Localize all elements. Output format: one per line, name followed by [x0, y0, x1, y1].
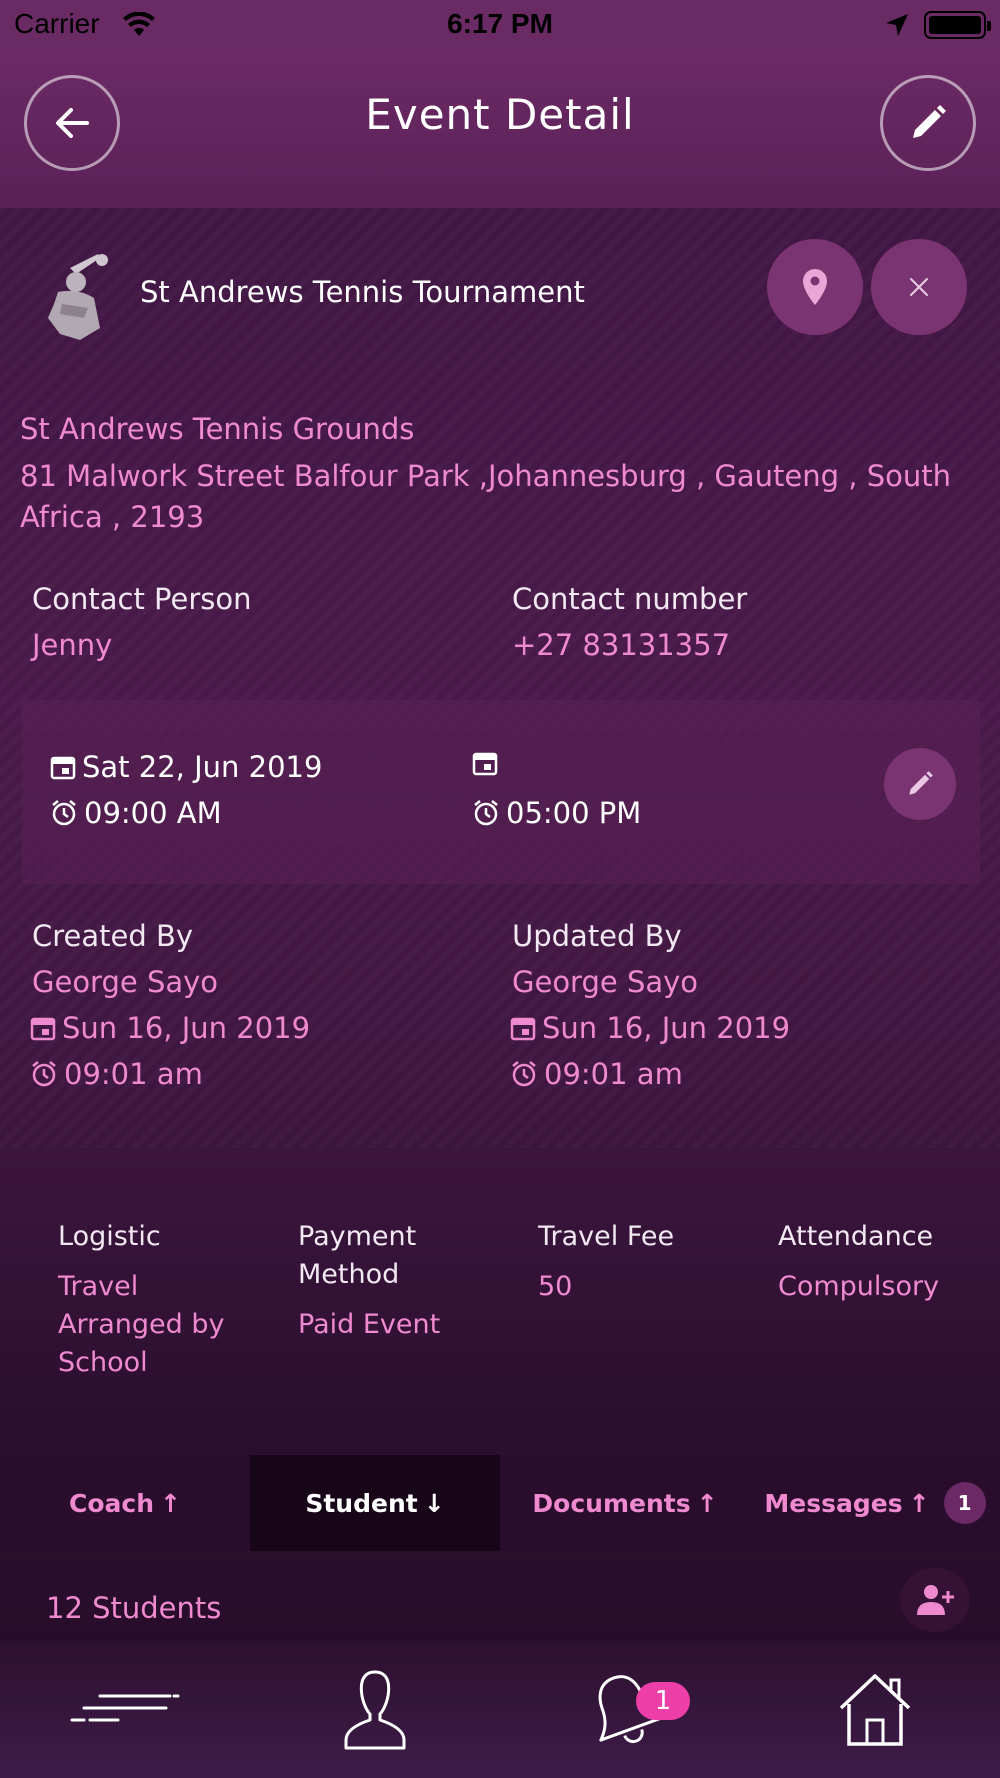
battery-icon: [924, 11, 991, 39]
info-value: Compulsory: [778, 1271, 940, 1302]
arrow-up-icon: ↑: [908, 1488, 930, 1518]
calendar-icon: [472, 752, 498, 776]
alarm-icon: [474, 800, 498, 826]
pencil-icon: [913, 105, 946, 138]
end-date: [472, 750, 504, 776]
info-logistic: Logistic Travel Arranged by School: [58, 1218, 248, 1382]
info-label: Logistic: [58, 1221, 161, 1252]
arrow-up-icon: ↑: [696, 1488, 718, 1518]
nav-notifications[interactable]: [500, 1641, 750, 1778]
close-icon: [910, 278, 928, 296]
tab-label: Messages: [764, 1488, 903, 1518]
menu-lines-icon: [70, 1694, 180, 1721]
calendar-icon: [30, 1017, 56, 1041]
venue-address: 81 Malwork Street Balfour Park ,Johannes…: [20, 459, 951, 534]
end-time-text: 05:00 PM: [506, 796, 642, 830]
info-label: Payment Method: [298, 1221, 417, 1290]
map-pin-icon: [803, 269, 827, 305]
info-payment-method: Payment Method Paid Event: [298, 1218, 488, 1344]
section-tabs: Coach ↑ Student ↓ Documents ↑ Messages ↑…: [0, 1455, 1000, 1551]
info-attendance: Attendance Compulsory: [778, 1218, 988, 1306]
info-travel-fee: Travel Fee 50: [538, 1218, 728, 1306]
home-icon: [839, 1673, 911, 1746]
page-title: Event Detail: [365, 90, 635, 139]
created-time-text: 09:01 am: [64, 1057, 203, 1091]
contact-person-value: Jenny: [32, 628, 113, 662]
created-by-name: George Sayo: [32, 965, 219, 999]
bottom-navigation: [0, 1641, 1000, 1778]
created-by-label: Created By: [32, 919, 194, 953]
background-texture: [0, 208, 1000, 1148]
alarm-icon: [52, 800, 76, 826]
info-label: Travel Fee: [538, 1221, 675, 1252]
info-label: Attendance: [778, 1221, 934, 1252]
end-time: 05:00 PM: [472, 796, 641, 830]
user-icon: [344, 1670, 406, 1749]
info-value: Travel Arranged by School: [58, 1271, 225, 1378]
tab-label: Student: [305, 1488, 418, 1518]
tab-label: Documents: [532, 1488, 691, 1518]
add-student-button[interactable]: [900, 1568, 970, 1632]
add-user-icon: [917, 1585, 954, 1615]
tab-messages[interactable]: Messages ↑ 1: [750, 1455, 1000, 1551]
info-value: 50: [538, 1271, 573, 1302]
tab-label: Coach: [69, 1488, 155, 1518]
created-time: 09:01 am: [30, 1057, 203, 1091]
messages-badge: 1: [943, 1482, 986, 1524]
app-header: Event Detail: [0, 50, 1000, 208]
created-date: Sun 16, Jun 2019: [30, 1011, 310, 1045]
start-date-text: Sat 22, Jun 2019: [82, 750, 323, 784]
info-value: Paid Event: [298, 1309, 441, 1340]
updated-time: 09:01 am: [510, 1057, 683, 1091]
updated-by-label: Updated By: [512, 919, 682, 953]
calendar-icon: [50, 756, 76, 780]
event-name: St Andrews Tennis Tournament: [140, 275, 585, 309]
location-button[interactable]: [767, 239, 863, 335]
contact-number-value[interactable]: +27 83131357: [512, 628, 730, 662]
updated-date-text: Sun 16, Jun 2019: [542, 1011, 791, 1045]
updated-time-text: 09:01 am: [544, 1057, 683, 1091]
alarm-icon: [512, 1061, 536, 1087]
status-bar: Carrier 6:17 PM: [0, 0, 1000, 50]
start-time-text: 09:00 AM: [84, 796, 222, 830]
start-date: Sat 22, Jun 2019: [50, 750, 322, 784]
tab-student[interactable]: Student ↓: [250, 1455, 500, 1551]
calendar-icon: [510, 1017, 536, 1041]
tab-coach[interactable]: Coach ↑: [0, 1455, 250, 1551]
arrow-up-icon: ↑: [160, 1488, 181, 1518]
start-time: 09:00 AM: [50, 796, 222, 830]
contact-number-label: Contact number: [512, 582, 748, 616]
tab-documents[interactable]: Documents ↑: [500, 1455, 750, 1551]
arrow-down-icon: ↓: [423, 1488, 445, 1518]
contact-person-label: Contact Person: [32, 582, 252, 616]
nav-menu[interactable]: [0, 1641, 250, 1778]
created-date-text: Sun 16, Jun 2019: [62, 1011, 311, 1045]
edit-schedule-button[interactable]: [884, 748, 956, 820]
alarm-icon: [32, 1061, 56, 1087]
students-count: 12 Students: [46, 1591, 222, 1625]
venue-name: St Andrews Tennis Grounds: [20, 412, 415, 446]
updated-by-name: George Sayo: [512, 965, 699, 999]
nav-profile[interactable]: [250, 1641, 500, 1778]
sport-logo-icon: [40, 248, 120, 344]
schedule-card: [22, 700, 980, 884]
nav-home[interactable]: [750, 1641, 1000, 1778]
notification-badge: 1: [636, 1682, 690, 1720]
close-button[interactable]: [871, 239, 967, 335]
event-detail-screen: Carrier 6:17 PM Event Detail St Andrews …: [0, 0, 1000, 1778]
updated-date: Sun 16, Jun 2019: [510, 1011, 790, 1045]
edit-event-button[interactable]: [880, 75, 976, 171]
pencil-icon: [909, 771, 933, 795]
location-arrow-icon: [884, 12, 910, 45]
status-time: 6:17 PM: [447, 8, 553, 39]
